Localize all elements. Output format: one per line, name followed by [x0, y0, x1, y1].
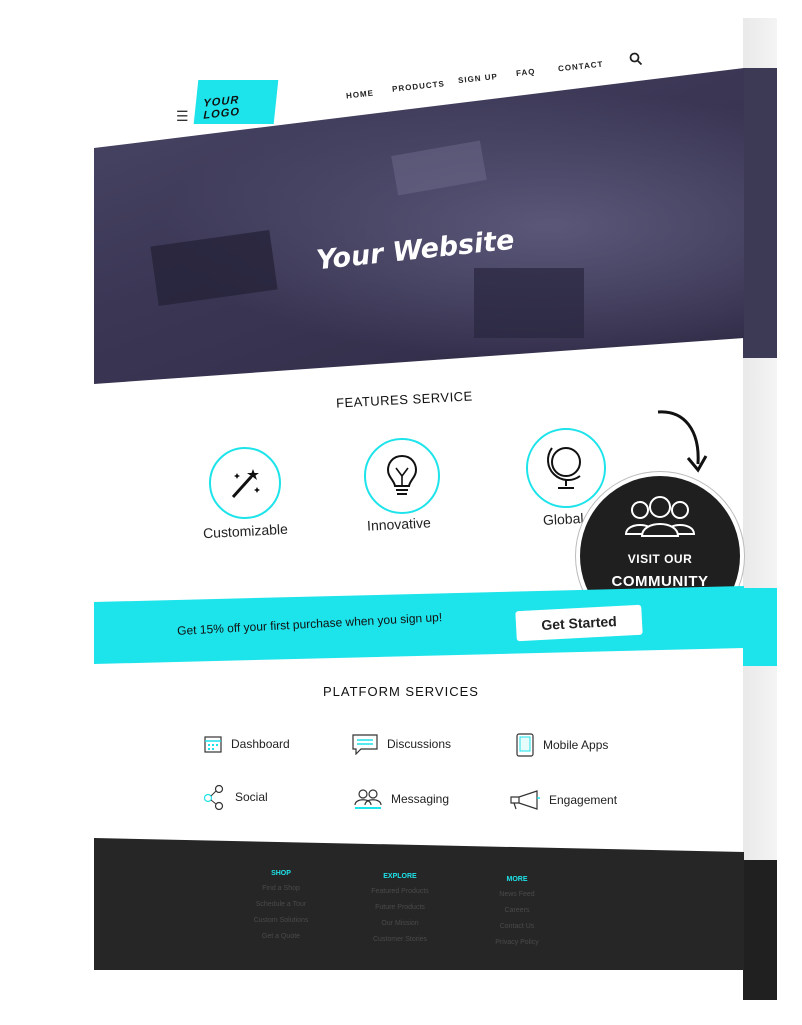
feature-label: Customizable — [202, 520, 289, 542]
service-label: Social — [235, 790, 268, 804]
nav-products[interactable]: PRODUCTS — [392, 79, 446, 93]
hero-photo-detail — [150, 229, 278, 307]
footer-link[interactable]: Get a Quote — [246, 933, 316, 940]
service-dashboard[interactable]: Dashboard — [203, 734, 290, 754]
footer-column-shop: SHOP Find a Shop Schedule a Tour Custom … — [246, 870, 316, 949]
box-side-promo-edge — [743, 588, 777, 666]
calendar-icon — [204, 736, 222, 753]
box-side-face — [743, 18, 777, 1000]
logo-text: YOUR LOGO — [203, 94, 240, 122]
service-engagement[interactable]: Engagement — [509, 790, 617, 810]
footer-link[interactable]: Featured Products — [360, 888, 440, 895]
footer-heading: MORE — [506, 876, 528, 883]
nav-sign-up[interactable]: SIGN UP — [458, 72, 499, 85]
footer-link[interactable]: Privacy Policy — [482, 939, 552, 946]
footer-link[interactable]: Schedule a Tour — [246, 901, 316, 908]
footer-link[interactable]: Careers — [482, 907, 552, 914]
hero-banner — [94, 68, 744, 384]
hero-photo-detail — [391, 140, 487, 196]
footer-link[interactable]: Future Products — [360, 904, 440, 911]
share-icon — [203, 784, 224, 810]
magic-wand-icon — [231, 469, 260, 499]
footer-link[interactable]: Contact Us — [482, 923, 552, 930]
feature-innovative-circle[interactable] — [364, 438, 440, 514]
service-label: Messaging — [391, 792, 450, 806]
curved-arrow-icon — [657, 410, 708, 473]
platform-title: PLATFORM SERVICES — [323, 684, 479, 699]
lightbulb-icon — [386, 454, 418, 495]
footer-link[interactable]: Customer Stories — [360, 936, 440, 943]
megaphone-icon — [510, 790, 540, 810]
users-icon — [354, 789, 382, 809]
feature-label: Global — [542, 509, 584, 529]
box-side-footer-edge — [743, 860, 777, 1000]
service-messaging[interactable]: Messaging — [353, 788, 449, 810]
service-label: Mobile Apps — [543, 738, 609, 752]
footer-link[interactable]: Custom Solutions — [246, 917, 316, 924]
footer-link[interactable]: News Feed — [482, 891, 552, 898]
box-side-hero-edge — [743, 68, 777, 358]
chat-icon — [352, 734, 378, 755]
community-users-icon — [624, 496, 696, 537]
footer-heading: EXPLORE — [383, 873, 417, 880]
footer-column-more: MORE News Feed Careers Contact Us Privac… — [482, 876, 552, 955]
search-icon[interactable] — [629, 52, 643, 66]
tablet-icon — [516, 733, 534, 757]
service-label: Dashboard — [231, 737, 290, 751]
hamburger-menu-icon[interactable]: ☰ — [176, 108, 189, 125]
globe-icon — [547, 447, 581, 489]
community-line1: VISIT OUR — [627, 552, 693, 566]
features-title: FEATURES SERVICE — [335, 388, 474, 411]
footer-heading: SHOP — [271, 870, 291, 877]
feature-global-circle[interactable] — [526, 428, 606, 508]
service-discussions[interactable]: Discussions — [351, 733, 451, 755]
feature-customizable-circle[interactable] — [209, 447, 281, 519]
feature-label: Innovative — [366, 514, 432, 534]
nav-contact[interactable]: CONTACT — [558, 60, 604, 74]
footer-link[interactable]: Find a Shop — [246, 885, 316, 892]
nav-faq[interactable]: FAQ — [516, 67, 536, 78]
footer-link[interactable]: Our Mission — [360, 920, 440, 927]
service-mobile-apps[interactable]: Mobile Apps — [515, 733, 608, 757]
nav-home[interactable]: HOME — [346, 89, 375, 101]
logo[interactable]: YOUR LOGO — [193, 80, 279, 124]
hero-photo-detail — [474, 268, 584, 338]
service-label: Discussions — [387, 737, 452, 751]
service-label: Engagement — [549, 793, 618, 807]
service-social[interactable]: Social — [203, 784, 268, 810]
footer-column-explore: EXPLORE Featured Products Future Product… — [360, 873, 440, 952]
